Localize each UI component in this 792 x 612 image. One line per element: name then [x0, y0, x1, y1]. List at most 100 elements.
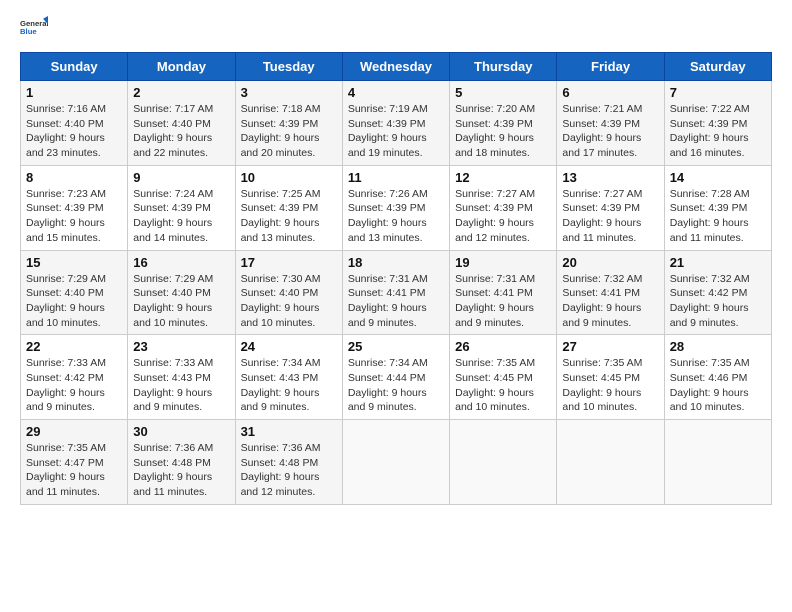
- calendar-cell: 7 Sunrise: 7:22 AM Sunset: 4:39 PM Dayli…: [664, 81, 771, 166]
- day-number: 15: [26, 255, 122, 270]
- daylight-label: Daylight: 9 hours and 19 minutes.: [348, 132, 427, 159]
- day-info: Sunrise: 7:28 AM Sunset: 4:39 PM Dayligh…: [670, 187, 766, 246]
- day-info: Sunrise: 7:30 AM Sunset: 4:40 PM Dayligh…: [241, 272, 337, 331]
- sunrise-label: Sunrise: 7:31 AM: [455, 273, 535, 285]
- daylight-label: Daylight: 9 hours and 11 minutes.: [133, 471, 212, 498]
- day-number: 22: [26, 339, 122, 354]
- daylight-label: Daylight: 9 hours and 9 minutes.: [562, 302, 641, 329]
- day-info: Sunrise: 7:27 AM Sunset: 4:39 PM Dayligh…: [562, 187, 658, 246]
- day-number: 12: [455, 170, 551, 185]
- calendar-cell: [342, 420, 449, 505]
- day-number: 9: [133, 170, 229, 185]
- sunset-label: Sunset: 4:43 PM: [133, 372, 211, 384]
- sunset-label: Sunset: 4:41 PM: [348, 287, 426, 299]
- day-number: 11: [348, 170, 444, 185]
- svg-text:General: General: [20, 19, 48, 28]
- day-info: Sunrise: 7:35 AM Sunset: 4:46 PM Dayligh…: [670, 356, 766, 415]
- weekday-header-friday: Friday: [557, 53, 664, 81]
- day-info: Sunrise: 7:35 AM Sunset: 4:45 PM Dayligh…: [562, 356, 658, 415]
- day-info: Sunrise: 7:26 AM Sunset: 4:39 PM Dayligh…: [348, 187, 444, 246]
- daylight-label: Daylight: 9 hours and 15 minutes.: [26, 217, 105, 244]
- day-number: 10: [241, 170, 337, 185]
- weekday-header-thursday: Thursday: [450, 53, 557, 81]
- day-info: Sunrise: 7:18 AM Sunset: 4:39 PM Dayligh…: [241, 102, 337, 161]
- day-info: Sunrise: 7:19 AM Sunset: 4:39 PM Dayligh…: [348, 102, 444, 161]
- day-number: 1: [26, 85, 122, 100]
- daylight-label: Daylight: 9 hours and 10 minutes.: [26, 302, 105, 329]
- calendar-cell: 5 Sunrise: 7:20 AM Sunset: 4:39 PM Dayli…: [450, 81, 557, 166]
- daylight-label: Daylight: 9 hours and 10 minutes.: [562, 387, 641, 414]
- sunrise-label: Sunrise: 7:24 AM: [133, 188, 213, 200]
- day-info: Sunrise: 7:25 AM Sunset: 4:39 PM Dayligh…: [241, 187, 337, 246]
- daylight-label: Daylight: 9 hours and 22 minutes.: [133, 132, 212, 159]
- sunrise-label: Sunrise: 7:35 AM: [26, 442, 106, 454]
- calendar-cell: 2 Sunrise: 7:17 AM Sunset: 4:40 PM Dayli…: [128, 81, 235, 166]
- day-info: Sunrise: 7:24 AM Sunset: 4:39 PM Dayligh…: [133, 187, 229, 246]
- sunrise-label: Sunrise: 7:26 AM: [348, 188, 428, 200]
- day-number: 6: [562, 85, 658, 100]
- calendar-cell: 14 Sunrise: 7:28 AM Sunset: 4:39 PM Dayl…: [664, 165, 771, 250]
- daylight-label: Daylight: 9 hours and 9 minutes.: [348, 387, 427, 414]
- day-info: Sunrise: 7:35 AM Sunset: 4:47 PM Dayligh…: [26, 441, 122, 500]
- calendar-cell: 16 Sunrise: 7:29 AM Sunset: 4:40 PM Dayl…: [128, 250, 235, 335]
- day-number: 16: [133, 255, 229, 270]
- day-number: 2: [133, 85, 229, 100]
- daylight-label: Daylight: 9 hours and 11 minutes.: [670, 217, 749, 244]
- calendar-cell: 11 Sunrise: 7:26 AM Sunset: 4:39 PM Dayl…: [342, 165, 449, 250]
- sunrise-label: Sunrise: 7:34 AM: [241, 357, 321, 369]
- day-info: Sunrise: 7:22 AM Sunset: 4:39 PM Dayligh…: [670, 102, 766, 161]
- sunset-label: Sunset: 4:42 PM: [670, 287, 748, 299]
- sunset-label: Sunset: 4:39 PM: [133, 202, 211, 214]
- calendar-table: SundayMondayTuesdayWednesdayThursdayFrid…: [20, 52, 772, 505]
- sunset-label: Sunset: 4:39 PM: [455, 118, 533, 130]
- daylight-label: Daylight: 9 hours and 9 minutes.: [133, 387, 212, 414]
- sunrise-label: Sunrise: 7:36 AM: [133, 442, 213, 454]
- sunset-label: Sunset: 4:47 PM: [26, 457, 104, 469]
- sunset-label: Sunset: 4:39 PM: [241, 118, 319, 130]
- sunset-label: Sunset: 4:39 PM: [670, 118, 748, 130]
- day-info: Sunrise: 7:32 AM Sunset: 4:42 PM Dayligh…: [670, 272, 766, 331]
- sunrise-label: Sunrise: 7:32 AM: [562, 273, 642, 285]
- day-info: Sunrise: 7:33 AM Sunset: 4:42 PM Dayligh…: [26, 356, 122, 415]
- daylight-label: Daylight: 9 hours and 12 minutes.: [455, 217, 534, 244]
- sunset-label: Sunset: 4:40 PM: [26, 287, 104, 299]
- day-number: 30: [133, 424, 229, 439]
- day-number: 27: [562, 339, 658, 354]
- calendar-cell: 21 Sunrise: 7:32 AM Sunset: 4:42 PM Dayl…: [664, 250, 771, 335]
- daylight-label: Daylight: 9 hours and 11 minutes.: [26, 471, 105, 498]
- weekday-header-row: SundayMondayTuesdayWednesdayThursdayFrid…: [21, 53, 772, 81]
- calendar-cell: 3 Sunrise: 7:18 AM Sunset: 4:39 PM Dayli…: [235, 81, 342, 166]
- calendar-cell: 24 Sunrise: 7:34 AM Sunset: 4:43 PM Dayl…: [235, 335, 342, 420]
- day-info: Sunrise: 7:23 AM Sunset: 4:39 PM Dayligh…: [26, 187, 122, 246]
- day-info: Sunrise: 7:29 AM Sunset: 4:40 PM Dayligh…: [133, 272, 229, 331]
- sunrise-label: Sunrise: 7:17 AM: [133, 103, 213, 115]
- calendar-cell: 22 Sunrise: 7:33 AM Sunset: 4:42 PM Dayl…: [21, 335, 128, 420]
- daylight-label: Daylight: 9 hours and 11 minutes.: [562, 217, 641, 244]
- day-info: Sunrise: 7:35 AM Sunset: 4:45 PM Dayligh…: [455, 356, 551, 415]
- sunrise-label: Sunrise: 7:31 AM: [348, 273, 428, 285]
- sunrise-label: Sunrise: 7:29 AM: [26, 273, 106, 285]
- sunrise-label: Sunrise: 7:34 AM: [348, 357, 428, 369]
- calendar-cell: [450, 420, 557, 505]
- daylight-label: Daylight: 9 hours and 23 minutes.: [26, 132, 105, 159]
- day-info: Sunrise: 7:36 AM Sunset: 4:48 PM Dayligh…: [241, 441, 337, 500]
- sunset-label: Sunset: 4:39 PM: [455, 202, 533, 214]
- sunset-label: Sunset: 4:48 PM: [133, 457, 211, 469]
- daylight-label: Daylight: 9 hours and 18 minutes.: [455, 132, 534, 159]
- logo: General Blue: [20, 16, 48, 44]
- calendar-cell: 26 Sunrise: 7:35 AM Sunset: 4:45 PM Dayl…: [450, 335, 557, 420]
- sunset-label: Sunset: 4:45 PM: [455, 372, 533, 384]
- weekday-header-sunday: Sunday: [21, 53, 128, 81]
- calendar-cell: 18 Sunrise: 7:31 AM Sunset: 4:41 PM Dayl…: [342, 250, 449, 335]
- sunset-label: Sunset: 4:39 PM: [562, 118, 640, 130]
- day-number: 18: [348, 255, 444, 270]
- sunrise-label: Sunrise: 7:21 AM: [562, 103, 642, 115]
- calendar-cell: 25 Sunrise: 7:34 AM Sunset: 4:44 PM Dayl…: [342, 335, 449, 420]
- day-number: 7: [670, 85, 766, 100]
- sunrise-label: Sunrise: 7:35 AM: [455, 357, 535, 369]
- day-number: 3: [241, 85, 337, 100]
- weekday-header-wednesday: Wednesday: [342, 53, 449, 81]
- sunset-label: Sunset: 4:39 PM: [348, 202, 426, 214]
- day-info: Sunrise: 7:27 AM Sunset: 4:39 PM Dayligh…: [455, 187, 551, 246]
- day-number: 4: [348, 85, 444, 100]
